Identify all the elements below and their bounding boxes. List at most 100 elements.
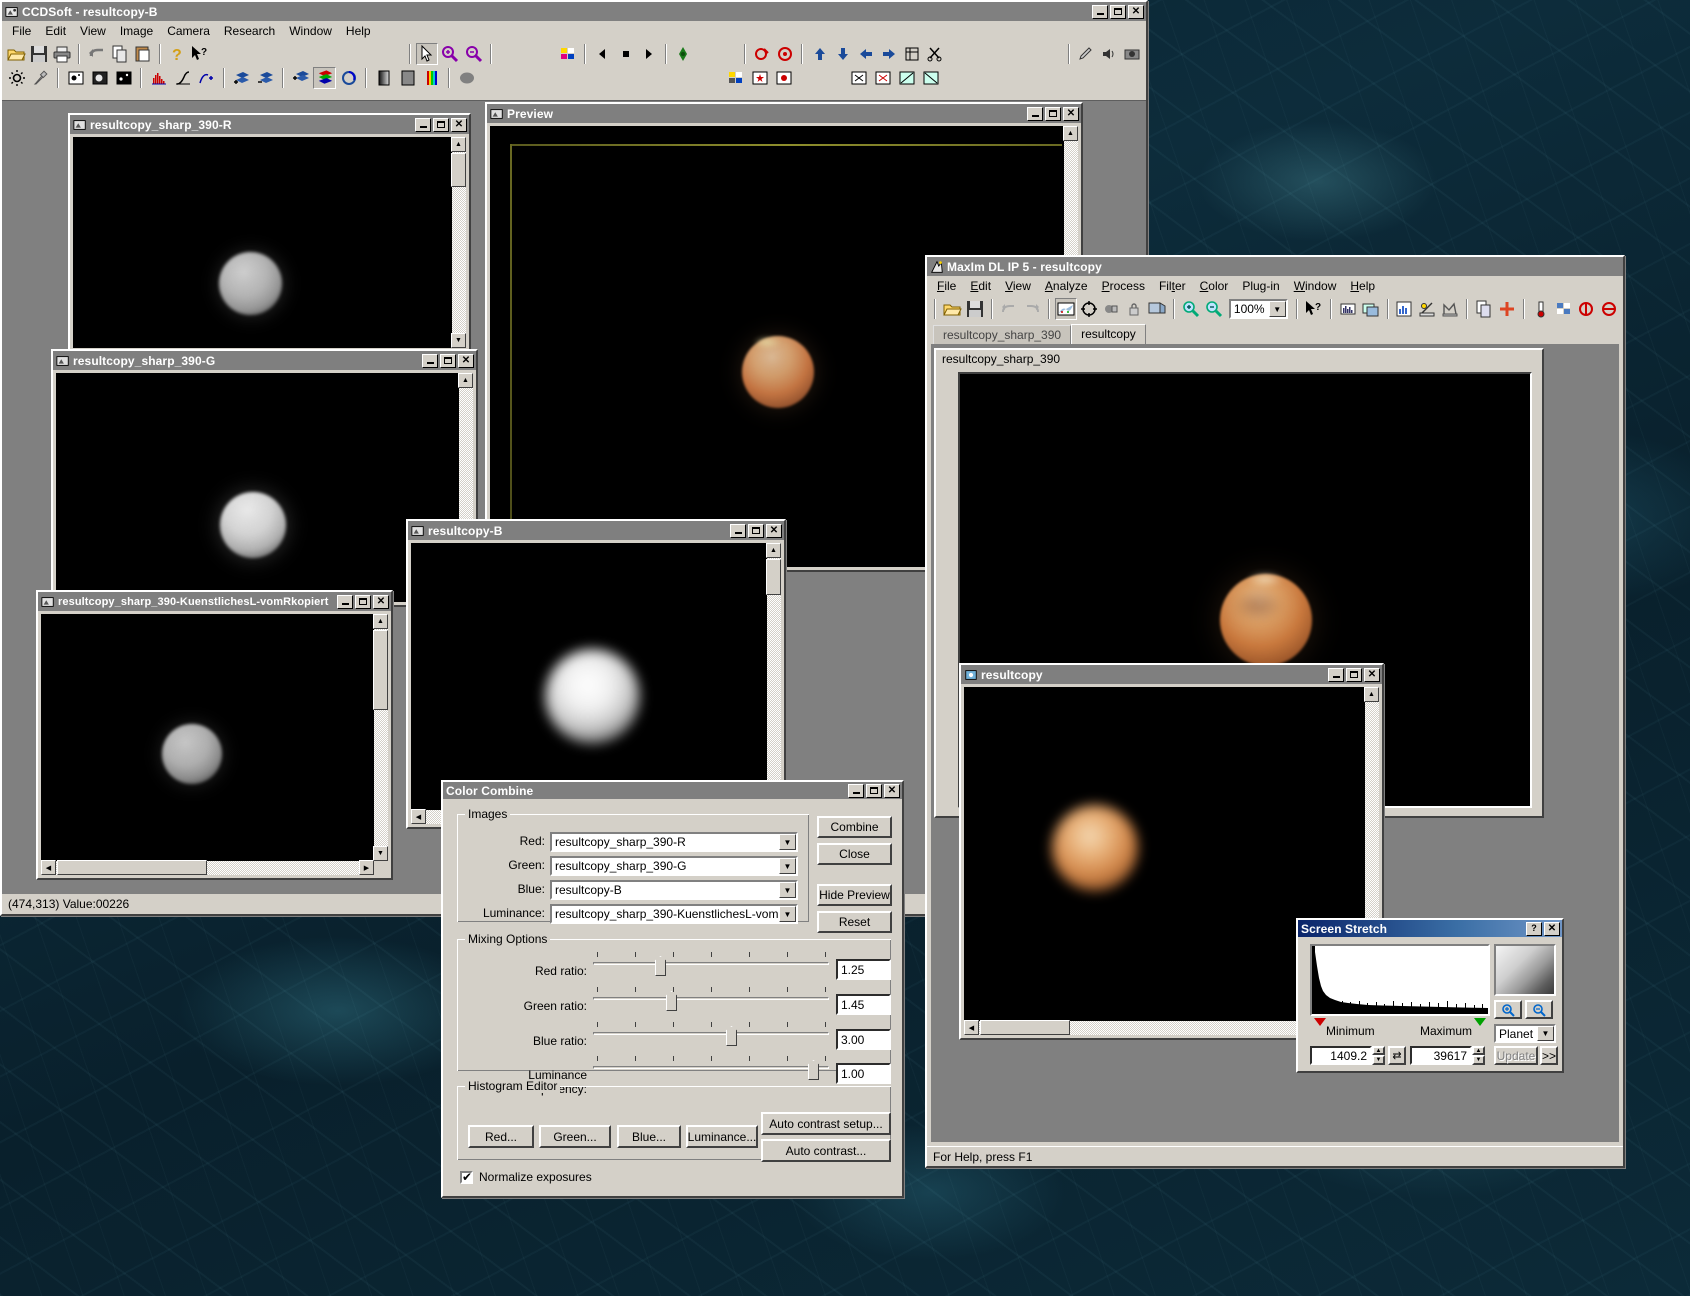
- menu-item-help[interactable]: Help: [1343, 277, 1382, 295]
- scroll-up-button[interactable]: ▲: [458, 373, 473, 388]
- scroll-thumb[interactable]: [766, 559, 781, 595]
- zoom-in-icon[interactable]: [1180, 298, 1202, 320]
- copy-icon[interactable]: [109, 43, 131, 65]
- child-titlebar[interactable]: resultcopy-B ✕: [408, 521, 784, 540]
- slider-2[interactable]: [593, 1022, 829, 1048]
- slider-track[interactable]: [593, 997, 829, 1000]
- zoom-out-icon[interactable]: [1203, 298, 1225, 320]
- update-button[interactable]: Update: [1494, 1046, 1538, 1065]
- star-red2-icon[interactable]: [772, 67, 795, 89]
- close-button[interactable]: ✕: [1364, 667, 1380, 682]
- minimum-up-button[interactable]: ▲: [1372, 1046, 1385, 1055]
- minimum-down-button[interactable]: ▼: [1372, 1055, 1385, 1065]
- menu-item-file[interactable]: File: [5, 22, 38, 40]
- close-button[interactable]: ✕: [1128, 4, 1144, 19]
- chevron-down-icon[interactable]: ▼: [1537, 1026, 1554, 1041]
- help-icon[interactable]: ?: [166, 43, 188, 65]
- chevron-down-icon[interactable]: ▼: [779, 858, 796, 874]
- child-titlebar[interactable]: resultcopy_sharp_390-G ✕: [53, 351, 476, 370]
- screen-stretch-icon[interactable]: [1054, 298, 1077, 320]
- color-combine-icon[interactable]: [313, 67, 336, 89]
- image-canvas-R[interactable]: [73, 137, 466, 348]
- undo-icon[interactable]: [85, 43, 107, 65]
- target-icon[interactable]: [672, 43, 694, 65]
- reset-button[interactable]: Reset: [817, 911, 892, 933]
- toolbar-gripper[interactable]: [934, 299, 936, 319]
- maximize-button[interactable]: [1045, 106, 1061, 121]
- histogram-red-button[interactable]: Red...: [468, 1125, 534, 1148]
- graph-icon[interactable]: [1439, 298, 1461, 320]
- maximum-spinner[interactable]: 39617 ▲ ▼: [1410, 1046, 1485, 1065]
- grid-icon[interactable]: [557, 43, 579, 65]
- star-red-icon[interactable]: [748, 67, 771, 89]
- ccdsoft-sysbuttons[interactable]: ✕: [1092, 4, 1144, 19]
- arrow-down-icon[interactable]: [832, 43, 854, 65]
- minimize-button[interactable]: [337, 594, 353, 609]
- open-icon[interactable]: [941, 298, 963, 320]
- minimize-button[interactable]: [415, 117, 431, 132]
- horizontal-scrollbar[interactable]: ◀ ▶: [41, 860, 374, 875]
- histogram-green-button[interactable]: Green...: [539, 1125, 611, 1148]
- maximize-button[interactable]: [866, 783, 882, 798]
- zoom-in-icon[interactable]: [439, 43, 461, 65]
- duplicate-icon[interactable]: [1473, 298, 1495, 320]
- hide-preview-button[interactable]: Hide Preview: [817, 884, 892, 906]
- color-wheel-icon[interactable]: [337, 67, 360, 89]
- maximize-button[interactable]: [1346, 667, 1362, 682]
- minimize-button[interactable]: [1328, 667, 1344, 682]
- menu-item-window[interactable]: Window: [282, 22, 339, 40]
- auto-contrast-setup-button[interactable]: Auto contrast setup...: [761, 1112, 891, 1135]
- layers-sub-icon[interactable]: [254, 67, 277, 89]
- cross-box-red-icon[interactable]: [871, 67, 894, 89]
- vertical-scrollbar[interactable]: ▲ ▼: [373, 614, 388, 861]
- slider-thumb[interactable]: [808, 1060, 819, 1080]
- scroll-thumb[interactable]: [373, 630, 388, 710]
- preview-titlebar[interactable]: Preview ✕: [487, 104, 1081, 123]
- menu-item-file[interactable]: File: [930, 277, 963, 295]
- scroll-thumb[interactable]: [980, 1020, 1070, 1035]
- maxim-child-titlebar[interactable]: resultcopy ✕: [961, 665, 1382, 684]
- minimum-marker-icon[interactable]: [1314, 1018, 1326, 1026]
- menu-item-analyze[interactable]: Analyze: [1038, 277, 1095, 295]
- slider-value-0[interactable]: 1.25: [836, 959, 891, 980]
- scroll-up-button[interactable]: ▲: [1364, 687, 1379, 702]
- chevron-down-icon[interactable]: ▼: [779, 882, 796, 898]
- maxim-menubar[interactable]: File Edit View Analyze Process Filter Color Plu…: [927, 276, 1623, 296]
- histogram-blue-button[interactable]: Blue...: [617, 1125, 681, 1148]
- scroll-up-button[interactable]: ▲: [451, 137, 466, 152]
- menu-item-edit[interactable]: Edit: [38, 22, 73, 40]
- slider-value-2[interactable]: 3.00: [836, 1029, 891, 1050]
- image-combo-2[interactable]: resultcopy-B ▼: [550, 880, 798, 900]
- menu-item-image[interactable]: Image: [113, 22, 160, 40]
- close-button[interactable]: ✕: [451, 117, 467, 132]
- record-red-icon[interactable]: [751, 43, 773, 65]
- arrow-left-icon[interactable]: [855, 43, 877, 65]
- slider-track[interactable]: [593, 962, 829, 965]
- ccdsoft-toolbar-row2[interactable]: [2, 65, 1146, 91]
- chevron-down-icon[interactable]: ▼: [779, 906, 796, 922]
- ccdsoft-toolbar-row1[interactable]: ? ?: [2, 41, 1146, 67]
- auto-contrast-button[interactable]: Auto contrast...: [761, 1139, 891, 1162]
- layers-add-icon[interactable]: [230, 67, 253, 89]
- maximize-button[interactable]: [1110, 4, 1126, 19]
- stretch-mode-combo[interactable]: Planet ▼: [1494, 1024, 1556, 1043]
- chevron-down-icon[interactable]: ▼: [779, 834, 796, 850]
- chevron-down-icon[interactable]: ▼: [1268, 301, 1286, 317]
- zoom-level-combo[interactable]: 100% ▼: [1228, 299, 1288, 319]
- scroll-left-button[interactable]: ◀: [411, 809, 426, 824]
- gradient-bar-icon[interactable]: [372, 67, 395, 89]
- slider-0[interactable]: [593, 952, 829, 978]
- close-button[interactable]: ✕: [1544, 921, 1560, 936]
- zoom-in-button[interactable]: [1494, 1000, 1522, 1019]
- diag-box2-icon[interactable]: [919, 67, 942, 89]
- measure-icon[interactable]: [1416, 298, 1438, 320]
- menu-item-camera[interactable]: Camera: [160, 22, 217, 40]
- object-icon[interactable]: [1101, 298, 1123, 320]
- maximum-value[interactable]: 39617: [1410, 1046, 1472, 1065]
- stretch-zoom-buttons[interactable]: [1494, 1000, 1553, 1019]
- minimize-button[interactable]: [422, 353, 438, 368]
- arrow-up-icon[interactable]: [808, 43, 830, 65]
- info-window-icon[interactable]: [1394, 298, 1416, 320]
- normalize-exposures-row[interactable]: Normalize exposures: [460, 1170, 592, 1184]
- scissors-icon[interactable]: [924, 43, 946, 65]
